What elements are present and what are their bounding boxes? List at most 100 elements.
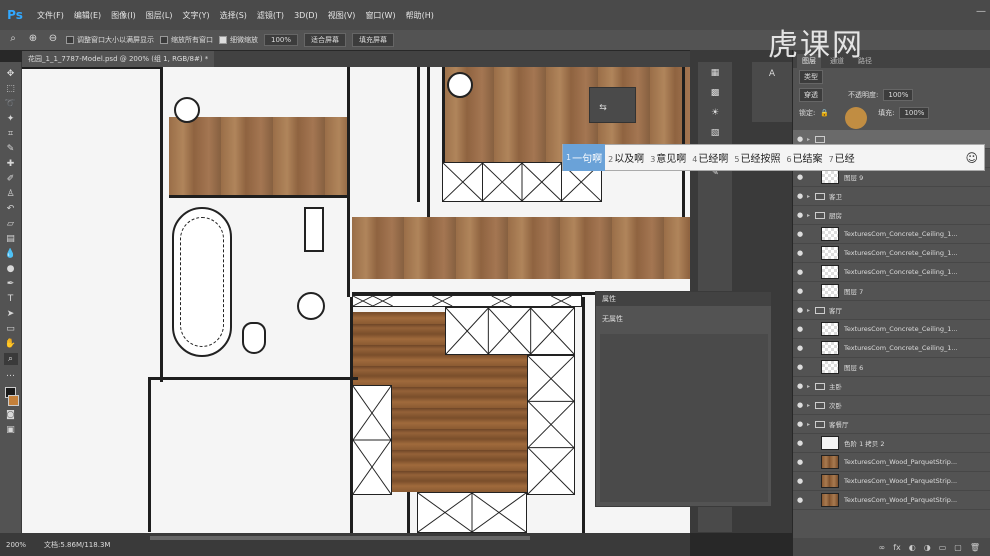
- menu-type[interactable]: 文字(Y): [177, 10, 214, 21]
- lock-icon[interactable]: 🔒: [820, 109, 829, 117]
- ime-candidate[interactable]: 5已经按照: [731, 150, 783, 165]
- floating-mini-panel[interactable]: ⇆: [589, 87, 636, 123]
- menu-edit[interactable]: 编辑(E): [69, 10, 106, 21]
- document-tab[interactable]: 花园_1_1_7787-Model.psd @ 200% (组 1, RGB/8…: [22, 51, 215, 67]
- history-brush-icon[interactable]: ↶: [4, 203, 18, 215]
- zoom-100-button[interactable]: 100%: [264, 34, 299, 46]
- mask-icon[interactable]: ◐: [909, 543, 916, 552]
- move-tool-icon[interactable]: ✥: [4, 68, 18, 80]
- zoom-out-icon[interactable]: ⊖: [46, 33, 60, 47]
- adjustments-panel-icon[interactable]: ☀: [708, 108, 722, 120]
- zoom-in-icon[interactable]: ⊕: [26, 33, 40, 47]
- menu-3d[interactable]: 3D(D): [289, 11, 323, 20]
- visibility-eye-icon[interactable]: ●: [793, 268, 807, 276]
- eraser-tool-icon[interactable]: ▱: [4, 218, 18, 230]
- zoom-tool-icon[interactable]: ⌕: [6, 33, 20, 47]
- menu-window[interactable]: 窗口(W): [360, 10, 400, 21]
- pen-tool-icon[interactable]: ✒: [4, 278, 18, 290]
- fit-screen-button[interactable]: 适合屏幕: [304, 33, 347, 47]
- eyedropper-icon[interactable]: ✎: [4, 143, 18, 155]
- layer-row[interactable]: ● TexturesCom_Wood_ParquetStrip...: [793, 453, 990, 472]
- visibility-eye-icon[interactable]: ●: [793, 344, 807, 352]
- background-color-swatch[interactable]: [8, 395, 19, 406]
- fill-input[interactable]: 100%: [899, 107, 930, 119]
- zoom-tool-icon[interactable]: ⌕: [3, 353, 18, 365]
- zoom-all-checkbox[interactable]: [160, 36, 168, 44]
- layer-group-row[interactable]: ● ▸ 客餐厅: [793, 415, 990, 434]
- menu-filter[interactable]: 滤镜(T): [252, 10, 289, 21]
- ime-candidate[interactable]: 3意见啊: [647, 150, 689, 165]
- expand-arrow-icon[interactable]: ▸: [807, 383, 815, 390]
- visibility-eye-icon[interactable]: ●: [793, 135, 807, 143]
- new-group-icon[interactable]: ▭: [939, 543, 947, 552]
- link-layers-icon[interactable]: ∞: [879, 543, 886, 552]
- menu-help[interactable]: 帮助(H): [401, 10, 439, 21]
- minimize-icon[interactable]: —: [976, 6, 986, 17]
- layer-group-row[interactable]: ● ▸ 次卧: [793, 396, 990, 415]
- adjustment-layer-icon[interactable]: ◑: [924, 543, 931, 552]
- visibility-eye-icon[interactable]: ●: [793, 496, 807, 504]
- panel-menu-icon[interactable]: ⇆: [596, 102, 610, 114]
- layer-row[interactable]: ● TexturesCom_Concrete_Ceiling_1...: [793, 263, 990, 282]
- zoom-all-option[interactable]: 缩放所有窗口: [160, 35, 213, 45]
- expand-arrow-icon[interactable]: ▸: [807, 421, 815, 428]
- visibility-eye-icon[interactable]: ●: [793, 230, 807, 238]
- visibility-eye-icon[interactable]: ●: [793, 477, 807, 485]
- layer-row[interactable]: ● TexturesCom_Concrete_Ceiling_1...: [793, 225, 990, 244]
- visibility-eye-icon[interactable]: ●: [793, 363, 807, 371]
- healing-brush-icon[interactable]: ✚: [4, 158, 18, 170]
- layer-row[interactable]: ● 图层 7: [793, 282, 990, 301]
- expand-arrow-icon[interactable]: ▸: [807, 193, 815, 200]
- visibility-eye-icon[interactable]: ●: [793, 306, 807, 314]
- character-panel-icon[interactable]: A: [765, 68, 779, 80]
- shape-tool-icon[interactable]: ▭: [4, 323, 18, 335]
- path-select-icon[interactable]: ➤: [4, 308, 18, 320]
- marquee-tool-icon[interactable]: ⬚: [4, 83, 18, 95]
- more-tools-icon[interactable]: …: [4, 368, 18, 380]
- layer-row[interactable]: ● TexturesCom_Concrete_Ceiling_1...: [793, 320, 990, 339]
- layer-group-row[interactable]: ● ▸ 客厅: [793, 301, 990, 320]
- fill-screen-button[interactable]: 填充屏幕: [352, 33, 395, 47]
- visibility-eye-icon[interactable]: ●: [793, 458, 807, 466]
- visibility-eye-icon[interactable]: ●: [793, 439, 807, 447]
- canvas[interactable]: [22, 67, 690, 533]
- stamp-tool-icon[interactable]: ♙: [4, 188, 18, 200]
- new-layer-icon[interactable]: ▢: [954, 543, 962, 552]
- styles-panel-icon[interactable]: ▧: [708, 128, 722, 140]
- layer-group-row[interactable]: ● ▸ 客卫: [793, 187, 990, 206]
- dodge-tool-icon[interactable]: ●: [4, 263, 18, 275]
- opacity-input[interactable]: 100%: [883, 89, 914, 101]
- trash-icon[interactable]: 🗑: [970, 543, 980, 552]
- ime-candidate[interactable]: 6已结案: [783, 150, 825, 165]
- layer-group-row[interactable]: ● ▸ 厨房: [793, 206, 990, 225]
- visibility-eye-icon[interactable]: ●: [793, 325, 807, 333]
- ime-candidate[interactable]: 2以及啊: [605, 150, 647, 165]
- quick-mask-icon[interactable]: ◙: [4, 409, 18, 421]
- emoji-icon[interactable]: ☺: [965, 151, 978, 165]
- menu-file[interactable]: 文件(F): [32, 10, 69, 21]
- history-panel-icon[interactable]: ▦: [708, 68, 722, 80]
- menu-image[interactable]: 图像(I): [106, 10, 141, 21]
- expand-arrow-icon[interactable]: ▸: [807, 136, 815, 143]
- layer-row[interactable]: ● 色阶 1 拷贝 2: [793, 434, 990, 453]
- kind-filter-select[interactable]: 类型: [799, 70, 823, 84]
- type-tool-icon[interactable]: T: [4, 293, 18, 305]
- gradient-tool-icon[interactable]: ▤: [4, 233, 18, 245]
- layer-row[interactable]: ● TexturesCom_Concrete_Ceiling_1...: [793, 339, 990, 358]
- scrubby-zoom-checkbox[interactable]: [219, 36, 227, 44]
- horizontal-scrollbar[interactable]: [150, 536, 530, 540]
- lasso-tool-icon[interactable]: ➰: [4, 98, 18, 110]
- resize-windows-checkbox[interactable]: [66, 36, 74, 44]
- menu-select[interactable]: 选择(S): [215, 10, 252, 21]
- expand-arrow-icon[interactable]: ▸: [807, 402, 815, 409]
- crop-tool-icon[interactable]: ⌗: [4, 128, 18, 140]
- visibility-eye-icon[interactable]: ●: [793, 192, 807, 200]
- magic-wand-icon[interactable]: ✦: [4, 113, 18, 125]
- visibility-eye-icon[interactable]: ●: [793, 401, 807, 409]
- layer-row[interactable]: ● TexturesCom_Wood_ParquetStrip...: [793, 491, 990, 510]
- fx-icon[interactable]: fx: [893, 543, 901, 552]
- ime-candidate[interactable]: 4已经啊: [689, 150, 731, 165]
- expand-arrow-icon[interactable]: ▸: [807, 307, 815, 314]
- brush-tool-icon[interactable]: ✐: [4, 173, 18, 185]
- visibility-eye-icon[interactable]: ●: [793, 287, 807, 295]
